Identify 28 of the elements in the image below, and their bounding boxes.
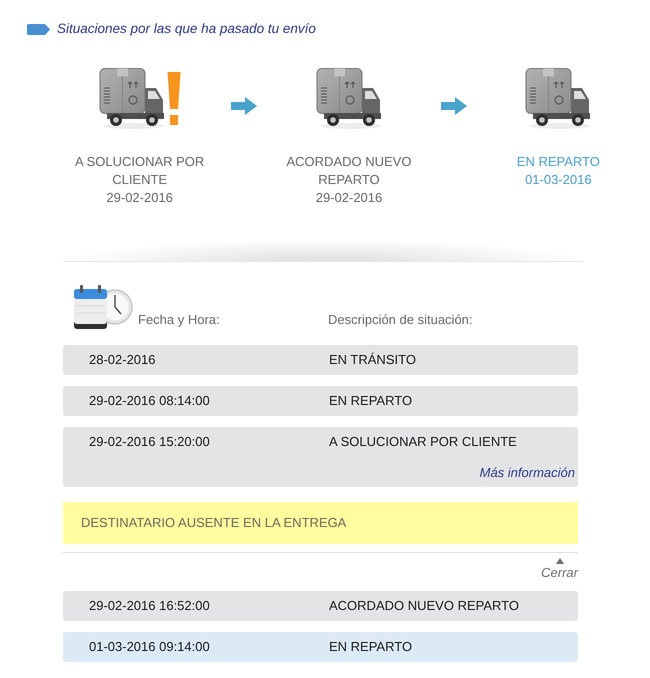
- arrow-right-icon: [440, 97, 467, 115]
- more-info-link[interactable]: Más información: [480, 464, 575, 482]
- step-date: 29-02-2016: [316, 189, 382, 207]
- event-date: 01-03-2016 09:14:00: [88, 638, 211, 656]
- column-header: Descripción de situación:: [328, 311, 474, 329]
- caret-up-icon: [556, 558, 564, 564]
- arrow-tag-icon: [27, 24, 50, 34]
- event-description: EN REPARTO: [329, 392, 414, 410]
- event-date: 29-02-2016 16:52:00: [88, 597, 211, 615]
- column-header: Fecha y Hora:: [138, 311, 220, 329]
- step-status: A SOLUCIONAR POR CLIENTE: [74, 153, 206, 189]
- close-link[interactable]: Cerrar: [541, 558, 578, 581]
- event-description: ACORDADO NUEVO REPARTO: [329, 597, 520, 615]
- incident-note: DESTINATARIO AUSENTE EN LA ENTREGA: [63, 502, 578, 544]
- event-date: 28-02-2016: [88, 351, 156, 369]
- event-date: 29-02-2016 15:20:00: [88, 433, 211, 451]
- arrow-right-icon: [231, 97, 258, 115]
- event-date: 29-02-2016 08:14:00: [88, 392, 211, 410]
- truck-icon: [98, 68, 165, 130]
- section-title: Situaciones por las que ha pasado tu envío: [57, 20, 316, 38]
- step-status: EN REPARTO: [516, 153, 600, 171]
- step-status: ACORDADO NUEVO REPARTO: [286, 153, 412, 189]
- step-date: 29-02-2016: [106, 189, 173, 207]
- event-description: EN REPARTO: [329, 638, 414, 656]
- event-description: EN TRÁNSITO: [329, 351, 417, 369]
- step-date: 01-03-2016: [525, 171, 592, 189]
- calendar-clock-icon: [73, 284, 133, 330]
- event-description: A SOLUCIONAR POR CLIENTE: [329, 433, 518, 451]
